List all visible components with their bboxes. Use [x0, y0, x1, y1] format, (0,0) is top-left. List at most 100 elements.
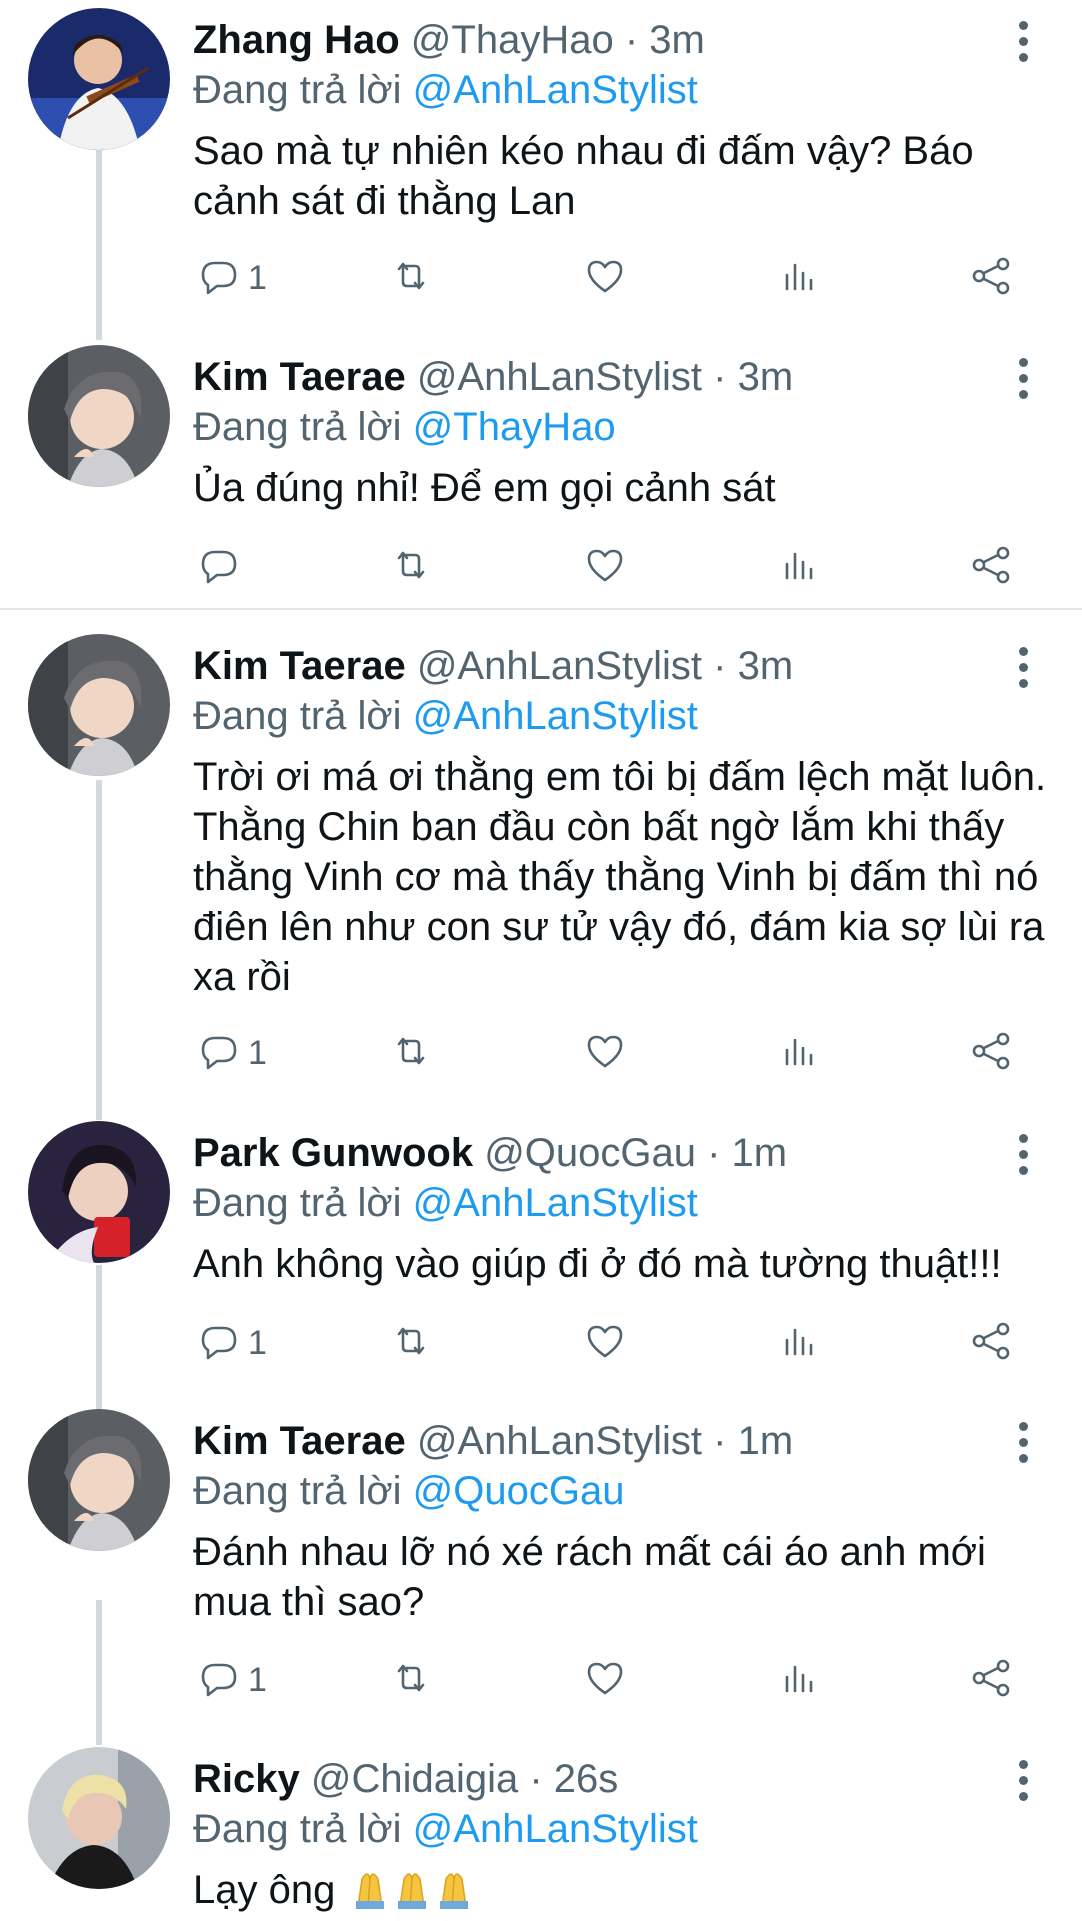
views-button[interactable] — [778, 1650, 820, 1710]
reply-button[interactable] — [198, 537, 240, 597]
tweet-text-content: Lạy ông — [193, 1868, 336, 1912]
replying-to-label: Đang trả lời — [193, 1469, 402, 1513]
reply-button[interactable]: 1 — [198, 1313, 267, 1373]
display-name[interactable]: Zhang Hao — [193, 18, 400, 62]
replying-to-label: Đang trả lời — [193, 1807, 402, 1851]
avatar[interactable] — [28, 345, 170, 487]
display-name[interactable]: Ricky — [193, 1757, 300, 1801]
reply-button[interactable]: 1 — [198, 248, 267, 308]
more-icon[interactable] — [1010, 1129, 1036, 1179]
more-icon[interactable] — [1010, 1417, 1036, 1467]
retweet-button[interactable] — [390, 1313, 432, 1373]
handle-time: @Chidaigia · 26s — [310, 1757, 619, 1801]
avatar[interactable] — [28, 8, 170, 150]
share-icon — [970, 1320, 1012, 1367]
tweet-header: Kim Taerae @AnhLanStylist · 3m — [193, 353, 793, 401]
views-icon — [778, 544, 820, 591]
views-icon — [778, 1320, 820, 1367]
replying-to-label: Đang trả lời — [193, 694, 402, 738]
share-button[interactable] — [970, 537, 1012, 597]
views-icon — [778, 255, 820, 302]
like-icon — [584, 1320, 626, 1367]
handle-time: @ThayHao · 3m — [410, 18, 705, 62]
reply-handle-link[interactable]: @AnhLanStylist — [413, 1181, 698, 1225]
handle-time: @QuocGau · 1m — [484, 1131, 788, 1175]
tweet-text: Đánh nhau lỡ nó xé rách mất cái áo anh m… — [193, 1530, 986, 1624]
tweet-header: Zhang Hao @ThayHao · 3m — [193, 16, 705, 64]
replying-to: Đang trả lời @AnhLanStylist — [193, 1805, 698, 1853]
tweet-text: Sao mà tự nhiên kéo nhau đi đấm vậy? Báo… — [193, 129, 974, 223]
display-name[interactable]: Kim Taerae — [193, 1419, 406, 1463]
reply-icon — [198, 255, 240, 302]
tweet-header: Kim Taerae @AnhLanStylist · 1m — [193, 1417, 793, 1465]
tweet[interactable]: Kim Taerae @AnhLanStylist · 3m Đang trả … — [0, 634, 1082, 1094]
handle-time: @AnhLanStylist · 3m — [416, 644, 794, 688]
share-icon — [970, 544, 1012, 591]
like-button[interactable] — [584, 248, 626, 308]
share-button[interactable] — [970, 1650, 1012, 1710]
like-button[interactable] — [584, 1650, 626, 1710]
views-button[interactable] — [778, 248, 820, 308]
display-name[interactable]: Park Gunwook — [193, 1131, 473, 1175]
views-icon — [778, 1657, 820, 1704]
retweet-button[interactable] — [390, 537, 432, 597]
divider — [0, 608, 1082, 610]
reply-button[interactable]: 1 — [198, 1650, 267, 1710]
tweet[interactable]: Kim Taerae @AnhLanStylist · 3m Đang trả … — [0, 345, 1082, 605]
share-button[interactable] — [970, 248, 1012, 308]
reply-handle-link[interactable]: @AnhLanStylist — [413, 68, 698, 112]
reply-count: 1 — [248, 1033, 267, 1072]
replying-to: Đang trả lời @ThayHao — [193, 403, 616, 451]
retweet-button[interactable] — [390, 248, 432, 308]
action-bar — [0, 537, 1082, 597]
share-button[interactable] — [970, 1023, 1012, 1083]
retweet-button[interactable] — [390, 1650, 432, 1710]
tweet-header: Ricky @Chidaigia · 26s — [193, 1755, 618, 1803]
avatar[interactable] — [28, 1409, 170, 1551]
action-bar: 1 — [0, 1650, 1082, 1710]
share-icon — [970, 255, 1012, 302]
reply-handle-link[interactable]: @ThayHao — [413, 405, 616, 449]
views-button[interactable] — [778, 537, 820, 597]
more-icon[interactable] — [1010, 16, 1036, 66]
tweet-text: Anh không vào giúp đi ở đó mà tường thuậ… — [193, 1242, 1002, 1286]
display-name[interactable]: Kim Taerae — [193, 644, 406, 688]
views-button[interactable] — [778, 1313, 820, 1373]
avatar[interactable] — [28, 1747, 170, 1889]
like-icon — [584, 255, 626, 302]
replying-to: Đang trả lời @AnhLanStylist — [193, 692, 698, 740]
retweet-icon — [390, 255, 432, 302]
replying-to-label: Đang trả lời — [193, 1181, 402, 1225]
tweet[interactable]: Kim Taerae @AnhLanStylist · 1m Đang trả … — [0, 1409, 1082, 1729]
handle-time: @AnhLanStylist · 3m — [416, 355, 794, 399]
action-bar: 1 — [0, 1023, 1082, 1083]
share-icon — [970, 1030, 1012, 1077]
reply-handle-link[interactable]: @AnhLanStylist — [413, 694, 698, 738]
display-name[interactable]: Kim Taerae — [193, 355, 406, 399]
reply-button[interactable]: 1 — [198, 1023, 267, 1083]
replying-to: Đang trả lời @QuocGau — [193, 1467, 625, 1515]
more-icon[interactable] — [1010, 642, 1036, 692]
action-bar: 1 — [0, 1313, 1082, 1373]
tweet[interactable]: Park Gunwook @QuocGau · 1m Đang trả lời … — [0, 1121, 1082, 1411]
tweet[interactable]: Zhang Hao @ThayHao · 3m Đang trả lời @An… — [0, 8, 1082, 298]
reply-handle-link[interactable]: @AnhLanStylist — [413, 1807, 698, 1851]
tweet-text: Lạy ông — [193, 1865, 1053, 1921]
like-icon — [584, 1657, 626, 1704]
tweet[interactable]: Ricky @Chidaigia · 26s Đang trả lời @Anh… — [0, 1747, 1082, 1920]
more-icon[interactable] — [1010, 1755, 1036, 1805]
retweet-icon — [390, 1030, 432, 1077]
avatar[interactable] — [28, 1121, 170, 1263]
more-icon[interactable] — [1010, 353, 1036, 403]
action-bar: 1 — [0, 248, 1082, 308]
retweet-button[interactable] — [390, 1023, 432, 1083]
avatar[interactable] — [28, 634, 170, 776]
reply-icon — [198, 1657, 240, 1704]
like-icon — [584, 544, 626, 591]
like-button[interactable] — [584, 1313, 626, 1373]
like-button[interactable] — [584, 537, 626, 597]
reply-handle-link[interactable]: @QuocGau — [413, 1469, 625, 1513]
share-button[interactable] — [970, 1313, 1012, 1373]
views-button[interactable] — [778, 1023, 820, 1083]
like-button[interactable] — [584, 1023, 626, 1083]
